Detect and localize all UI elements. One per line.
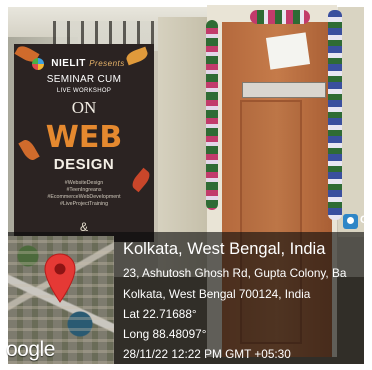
timestamp: 28/11/22 12:22 PM GMT +05:30 (123, 347, 291, 361)
flower-garland-top (250, 10, 310, 24)
hashtag: #TeenIngreans (66, 187, 102, 193)
flower-garland-right (328, 10, 342, 220)
banner-line-design: DESIGN (53, 156, 115, 173)
banner-brand-name: NIELIT (51, 58, 86, 69)
address-line-1: 23, Ashutosh Ghosh Rd, Gupta Colony, Ba (123, 266, 347, 280)
address-line-2: Kolkata, West Bengal 700124, India (123, 287, 311, 301)
banner-presents: Presents (89, 59, 125, 68)
standee-banner: NIELIT Presents SEMINAR CUM LIVE WORKSHO… (14, 44, 154, 242)
google-attribution: oogle (6, 338, 55, 361)
door-nameplate (242, 82, 326, 98)
banner-line-live: LIVE WORKSHOP (56, 88, 112, 94)
banner-line-on: ON (71, 98, 97, 117)
map-pin-icon (44, 253, 76, 303)
paper-note (265, 32, 311, 70)
app-badge: G (340, 212, 364, 232)
banner-hashtags: #WebsiteDesign #TeenIngreans #EcommerceW… (14, 180, 154, 208)
flower-garland-left (206, 20, 218, 210)
banner-brand: NIELIT Presents (14, 58, 154, 69)
hashtag: #EcommerceWebDevelopment (47, 194, 121, 200)
latitude: Lat 22.71688° (123, 307, 197, 321)
banner-line-web: WEB (45, 120, 123, 155)
hashtag: #WebsiteDesign (64, 180, 104, 186)
banner-line-seminar: SEMINAR CUM (46, 74, 122, 85)
longitude: Long 88.48097° (123, 327, 207, 341)
gps-camera-app-icon (343, 214, 358, 229)
location-title: Kolkata, West Bengal, India (123, 240, 326, 258)
app-name-letter: G (360, 214, 364, 226)
hashtag: #LiveProjectTraining (59, 201, 109, 207)
